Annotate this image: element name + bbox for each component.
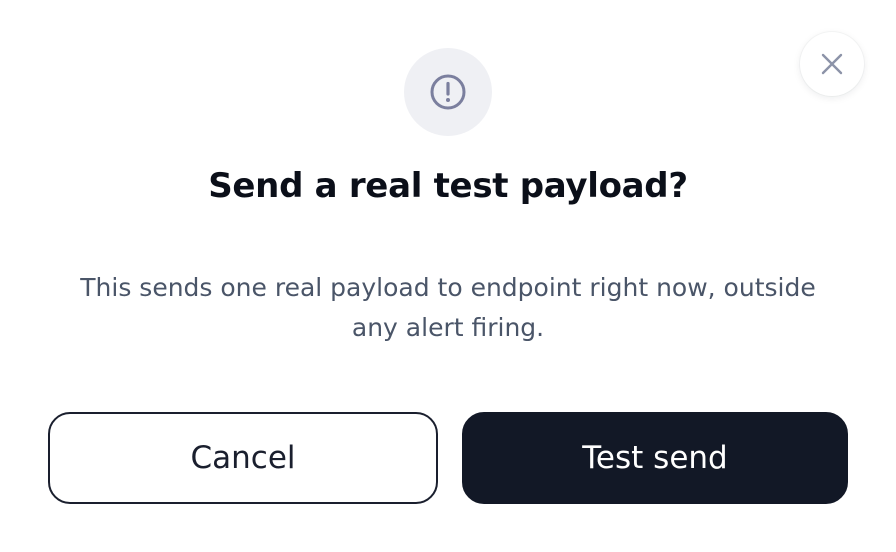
confirm-dialog: Send a real test payload? This sends one…: [0, 0, 896, 552]
test-send-button[interactable]: Test send: [462, 412, 848, 504]
cancel-button[interactable]: Cancel: [48, 412, 438, 504]
close-icon: [821, 53, 843, 75]
alert-circle-icon: [430, 74, 466, 110]
cancel-button-label: Cancel: [190, 440, 296, 476]
dialog-title: Send a real test payload?: [208, 166, 688, 206]
close-button[interactable]: [800, 32, 864, 96]
alert-icon-container: [404, 48, 492, 136]
dialog-message: This sends one real payload to endpoint …: [80, 273, 816, 342]
test-send-button-label: Test send: [582, 440, 728, 476]
